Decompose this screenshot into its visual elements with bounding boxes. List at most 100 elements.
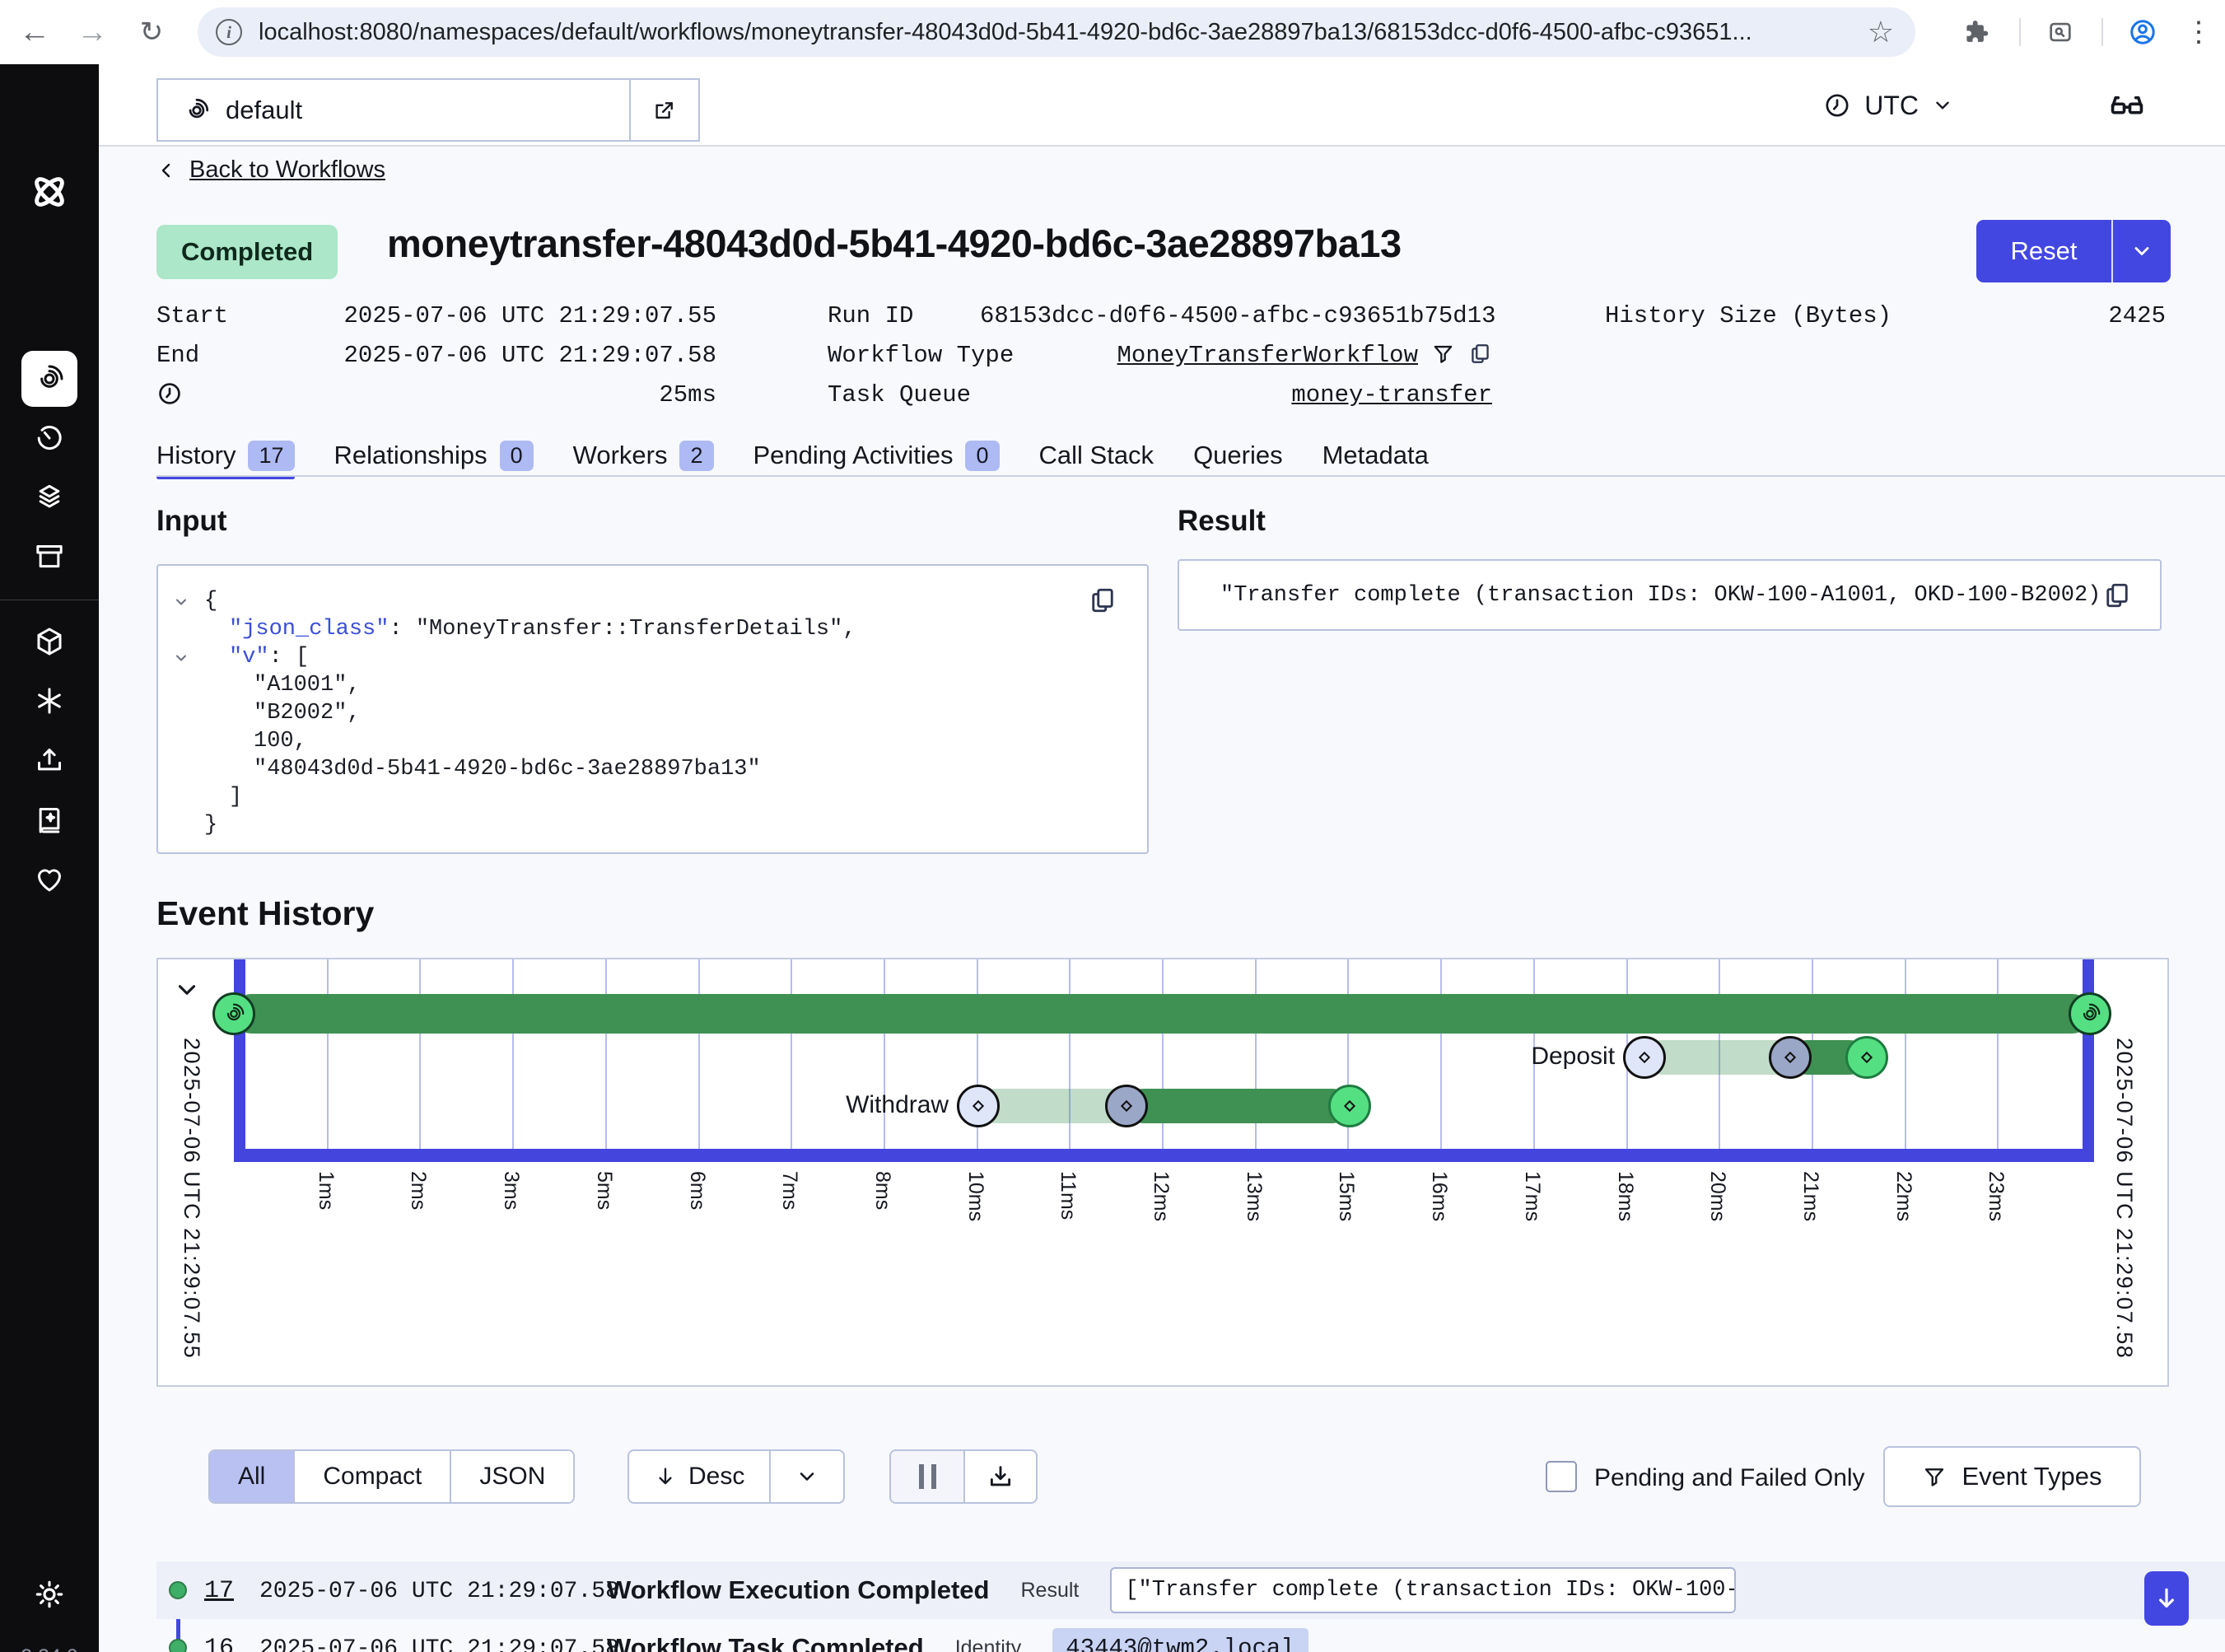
tab-label: History	[156, 441, 236, 470]
address-bar[interactable]: i localhost:8080/namespaces/default/work…	[198, 7, 1915, 57]
workflow-end-marker[interactable]	[2069, 992, 2111, 1035]
activity-started-marker[interactable]	[1769, 1036, 1812, 1079]
input-heading: Input	[156, 505, 227, 538]
pause-button[interactable]	[891, 1451, 963, 1502]
sidebar-item-namespaces[interactable]	[21, 614, 77, 670]
task-queue-link[interactable]: money-transfer	[1291, 381, 1492, 408]
site-info-icon[interactable]: i	[216, 19, 242, 45]
tab-pending-activities[interactable]: Pending Activities0	[753, 435, 1000, 476]
timezone-selector[interactable]: UTC	[1823, 64, 1953, 147]
view-mode-json[interactable]: JSON	[450, 1451, 573, 1502]
activity-span-withdraw-active[interactable]	[1126, 1089, 1350, 1123]
pending-failed-checkbox[interactable]	[1546, 1461, 1577, 1492]
event-status-dot	[169, 1581, 187, 1599]
event-id-link[interactable]: 17	[204, 1577, 234, 1605]
sidebar-item-deployments[interactable]	[21, 469, 77, 525]
activity-scheduled-marker[interactable]	[1623, 1036, 1666, 1079]
end-value: 2025-07-06 UTC 21:29:07.58	[329, 342, 716, 369]
activity-scheduled-marker[interactable]	[957, 1085, 1000, 1127]
workflow-execution-span[interactable]	[234, 994, 2090, 1034]
collapse-chevron-icon[interactable]	[173, 650, 189, 666]
activity-started-marker[interactable]	[1105, 1085, 1148, 1127]
url-text[interactable]: localhost:8080/namespaces/default/workfl…	[259, 19, 1859, 46]
event-timestamp: 2025-07-06 UTC 21:29:07.58	[259, 1579, 619, 1604]
search-sidepanel-icon[interactable]	[2037, 0, 2083, 64]
profile-avatar-icon[interactable]	[2118, 0, 2167, 64]
labs-glasses-icon[interactable]	[2108, 87, 2146, 125]
copy-icon[interactable]	[1088, 586, 1117, 615]
browser-reload-button[interactable]: ↻	[130, 0, 173, 64]
extensions-puzzle-icon[interactable]	[1953, 0, 1999, 64]
sort-dropdown-caret[interactable]	[769, 1451, 843, 1502]
sidebar-item-nexus[interactable]	[21, 673, 77, 729]
reset-button[interactable]: Reset	[1976, 220, 2171, 282]
sidebar-item-archive[interactable]	[21, 529, 77, 585]
workflow-type-link[interactable]: MoneyTransferWorkflow	[1117, 342, 1418, 369]
copy-icon[interactable]	[2102, 581, 2132, 610]
activity-completed-marker[interactable]	[1845, 1036, 1888, 1079]
workflow-title: moneytransfer-48043d0d-5b41-4920-bd6c-3a…	[387, 221, 1402, 266]
timezone-value: UTC	[1864, 91, 1919, 121]
timeline-gridline	[1905, 959, 1906, 1149]
tab-metadata[interactable]: Metadata	[1322, 435, 1429, 476]
timeline-end-timestamp: 2025-07-06 UTC 21:29:07.58	[2111, 1038, 2137, 1359]
start-value: 2025-07-06 UTC 21:29:07.55	[329, 302, 716, 329]
back-to-workflows-link[interactable]: Back to Workflows	[156, 156, 385, 184]
workflow-start-marker[interactable]	[212, 992, 255, 1035]
event-field-label: Result	[1020, 1579, 1079, 1603]
sidebar-item-docs[interactable]	[21, 791, 77, 847]
copy-icon[interactable]	[1468, 342, 1492, 366]
reset-dropdown-caret[interactable]	[2111, 220, 2171, 282]
timeline-collapse-chevron-icon[interactable]	[173, 976, 201, 1004]
tab-call-stack[interactable]: Call Stack	[1039, 435, 1154, 476]
result-value: "Transfer complete (transaction IDs: OKW…	[1220, 583, 2102, 608]
timeline-tick-label: 16ms	[1427, 1171, 1451, 1221]
bookmark-star-icon[interactable]: ☆	[1868, 15, 1894, 49]
view-mode-all[interactable]: All	[210, 1451, 293, 1502]
sort-desc-button[interactable]: Desc	[629, 1451, 769, 1502]
sidebar-item-feedback[interactable]	[21, 851, 77, 907]
activity-label-withdraw: Withdraw	[846, 1091, 949, 1119]
workflow-tabs: History17 Relationships0 Workers2 Pending A…	[156, 435, 1429, 476]
event-row-16[interactable]: 162025-07-06 UTC 21:29:07.58Workflow Tas…	[156, 1619, 2225, 1652]
json-line: "48043d0d-5b41-4920-bd6c-3ae28897ba13"	[158, 755, 1147, 783]
sidebar-item-import[interactable]	[21, 732, 77, 788]
event-id-link[interactable]: 16	[204, 1635, 234, 1652]
timeline-tick-label: 7ms	[777, 1171, 801, 1210]
browser-back-button[interactable]: ←	[13, 0, 56, 64]
json-line: "A1001",	[158, 671, 1147, 699]
namespace-open-icon[interactable]	[629, 80, 698, 140]
tab-relationships[interactable]: Relationships0	[334, 435, 534, 476]
activity-completed-marker[interactable]	[1328, 1085, 1371, 1127]
scroll-to-bottom-button[interactable]	[2144, 1571, 2189, 1626]
timeline-tick-label: 6ms	[685, 1171, 709, 1210]
json-line: "json_class": "MoneyTransfer::TransferDe…	[158, 615, 1147, 643]
namespace-selector[interactable]: default	[156, 78, 700, 142]
temporal-logo-icon[interactable]	[26, 169, 72, 215]
sidebar-item-workflows[interactable]	[21, 351, 77, 407]
json-line: }	[158, 811, 1147, 839]
browser-forward-button[interactable]: →	[71, 0, 114, 64]
collapse-chevron-icon[interactable]	[173, 594, 189, 610]
tab-history[interactable]: History17	[156, 435, 295, 476]
download-button[interactable]	[963, 1451, 1036, 1502]
json-line: {	[158, 587, 1147, 615]
clock-icon	[1823, 91, 1851, 119]
timeline-gridline	[1997, 959, 1999, 1149]
history-size-value: 2425	[1919, 302, 2166, 329]
browser-menu-icon[interactable]: ⋮	[2177, 0, 2220, 64]
tab-workers[interactable]: Workers2	[573, 435, 714, 476]
sort-order-control: Desc	[627, 1449, 845, 1504]
event-types-filter-button[interactable]: Event Types	[1883, 1446, 2141, 1507]
timeline-tick-label: 23ms	[1984, 1171, 2008, 1221]
tab-queries[interactable]: Queries	[1193, 435, 1283, 476]
view-mode-compact[interactable]: Compact	[293, 1451, 450, 1502]
event-row-17[interactable]: 172025-07-06 UTC 21:29:07.58Workflow Exe…	[156, 1561, 2225, 1619]
event-field-value: 43443@twm2.local	[1052, 1628, 1308, 1652]
filter-funnel-icon[interactable]	[1431, 342, 1455, 366]
view-mode-group: AllCompactJSON	[208, 1449, 575, 1504]
sidebar-item-schedules[interactable]	[21, 410, 77, 466]
timeline-gridline	[698, 959, 700, 1149]
diamond-marker-icon	[1784, 1052, 1796, 1063]
timeline-gridline	[605, 959, 607, 1149]
